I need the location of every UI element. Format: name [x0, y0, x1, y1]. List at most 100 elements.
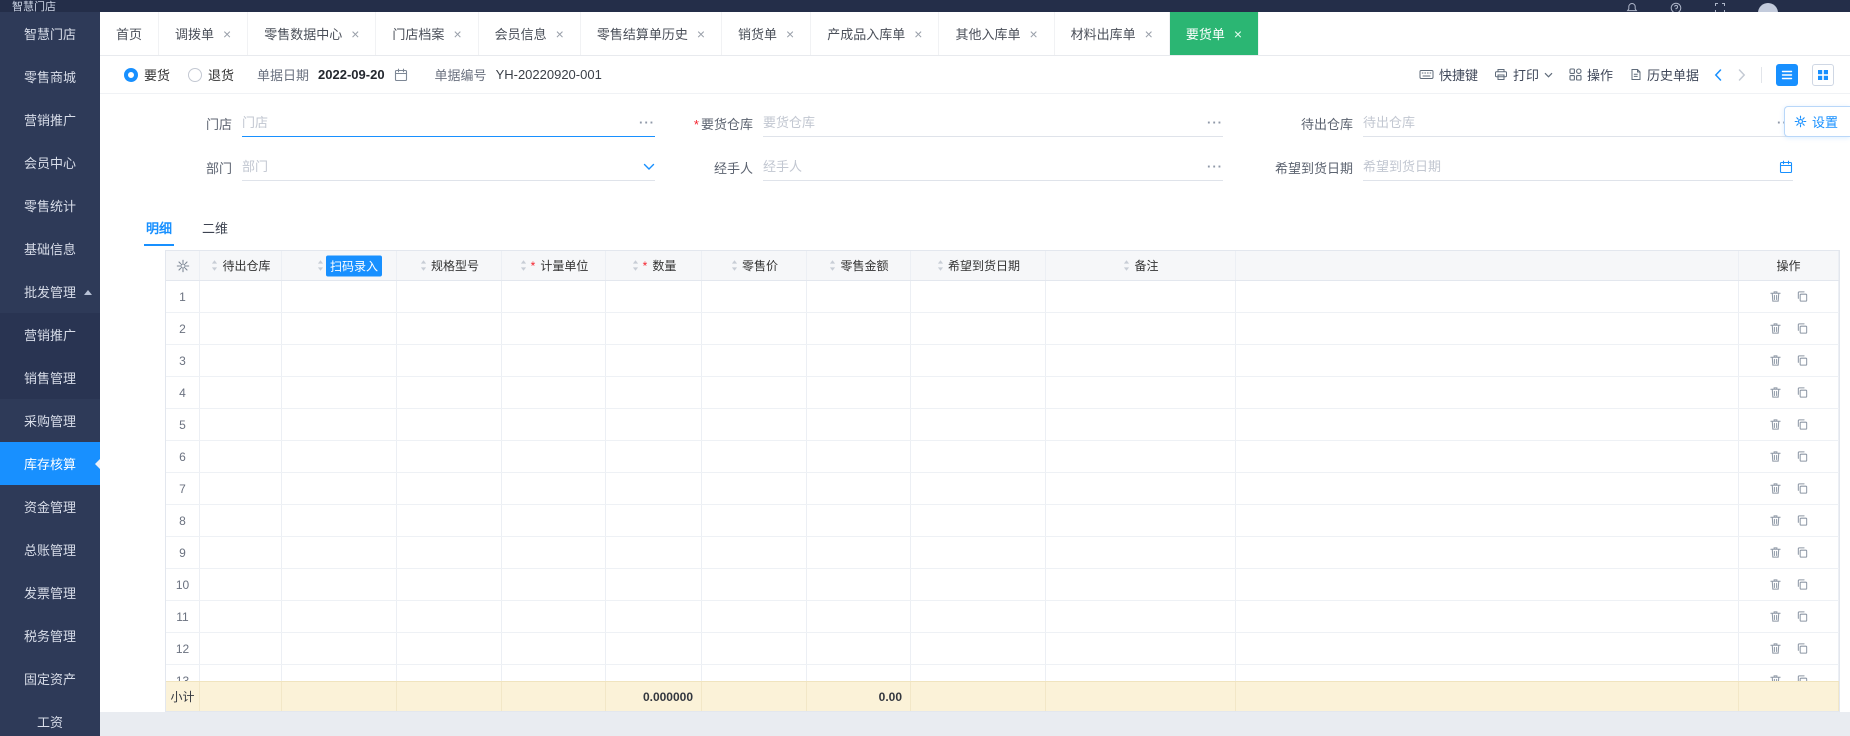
gear-icon[interactable]: [176, 259, 190, 273]
cell-qty[interactable]: [606, 345, 702, 376]
column-header-qty[interactable]: * 数量: [606, 251, 702, 280]
cell-remark[interactable]: [1046, 281, 1236, 312]
cell-expect-date[interactable]: [911, 505, 1046, 536]
cell-unit[interactable]: [502, 345, 606, 376]
cell-expect-date[interactable]: [911, 601, 1046, 632]
cell-qty[interactable]: [606, 409, 702, 440]
cell-product[interactable]: [282, 601, 397, 632]
handler-input[interactable]: [763, 159, 1203, 174]
cell-expect-date[interactable]: [911, 409, 1046, 440]
tab-5[interactable]: 会员信息 ×: [479, 12, 581, 55]
cell-product[interactable]: [282, 281, 397, 312]
sidebar-item-9[interactable]: 销售管理: [0, 356, 100, 399]
cell-qty[interactable]: [606, 281, 702, 312]
tab-8[interactable]: 产成品入库单 ×: [811, 12, 940, 55]
cell-remark[interactable]: [1046, 505, 1236, 536]
delete-row-button[interactable]: [1765, 543, 1785, 563]
cell-expect-date[interactable]: [911, 537, 1046, 568]
store-input[interactable]: [242, 115, 635, 130]
cell-remark[interactable]: [1046, 473, 1236, 504]
cell-expect-date[interactable]: [911, 377, 1046, 408]
cell-amount[interactable]: [807, 633, 911, 664]
ellipsis-lookup-icon[interactable]: ···: [635, 115, 655, 130]
radio-return[interactable]: 退货: [188, 65, 234, 84]
cell-spec[interactable]: [397, 441, 502, 472]
delete-row-button[interactable]: [1765, 639, 1785, 659]
cell-qty[interactable]: [606, 633, 702, 664]
cell-out-warehouse[interactable]: [200, 281, 282, 312]
cell-price[interactable]: [702, 601, 807, 632]
delete-row-button[interactable]: [1765, 671, 1785, 681]
cell-out-warehouse[interactable]: [200, 473, 282, 504]
cell-remark[interactable]: [1046, 569, 1236, 600]
cell-qty[interactable]: [606, 665, 702, 681]
column-header-remark[interactable]: 备注: [1046, 251, 1236, 280]
tab-6[interactable]: 零售结算单历史 ×: [581, 12, 723, 55]
cell-expect-date[interactable]: [911, 473, 1046, 504]
avatar[interactable]: [1758, 3, 1778, 12]
copy-row-button[interactable]: [1792, 511, 1812, 531]
column-header-amount[interactable]: 零售金额: [807, 251, 911, 280]
cell-unit[interactable]: [502, 313, 606, 344]
cell-unit[interactable]: [502, 505, 606, 536]
toolbar-action-4[interactable]: 历史单据: [1629, 65, 1699, 84]
copy-row-button[interactable]: [1792, 287, 1812, 307]
chevron-down-icon[interactable]: [643, 163, 655, 171]
sort-icon[interactable]: [419, 259, 428, 272]
calendar-icon[interactable]: [394, 68, 408, 82]
cell-spec[interactable]: [397, 281, 502, 312]
cell-price[interactable]: [702, 473, 807, 504]
cell-spec[interactable]: [397, 633, 502, 664]
sidebar-item-13[interactable]: 总账管理: [0, 528, 100, 571]
cell-product[interactable]: [282, 537, 397, 568]
copy-row-button[interactable]: [1792, 671, 1812, 681]
cell-spec[interactable]: [397, 473, 502, 504]
toolbar-action-3[interactable]: 操作: [1569, 65, 1613, 84]
cell-amount[interactable]: [807, 537, 911, 568]
cell-product[interactable]: [282, 665, 397, 681]
delete-row-button[interactable]: [1765, 607, 1785, 627]
cell-spec[interactable]: [397, 665, 502, 681]
cell-qty[interactable]: [606, 473, 702, 504]
out-warehouse-input[interactable]: [1363, 115, 1773, 130]
cell-unit[interactable]: [502, 569, 606, 600]
tab-9[interactable]: 其他入库单 ×: [939, 12, 1055, 55]
ellipsis-lookup-icon[interactable]: ···: [1203, 115, 1223, 130]
cell-remark[interactable]: [1046, 441, 1236, 472]
cell-product[interactable]: [282, 345, 397, 376]
delete-row-button[interactable]: [1765, 447, 1785, 467]
cell-out-warehouse[interactable]: [200, 505, 282, 536]
cell-price[interactable]: [702, 505, 807, 536]
sort-icon[interactable]: [1122, 259, 1131, 272]
cell-unit[interactable]: [502, 601, 606, 632]
tab-7[interactable]: 销货单 ×: [722, 12, 812, 55]
tab-close-icon[interactable]: ×: [914, 27, 922, 41]
sidebar-item-17[interactable]: 工资: [0, 700, 100, 736]
doc-date-value[interactable]: 2022-09-20: [318, 67, 385, 82]
request-warehouse-input[interactable]: [763, 115, 1203, 130]
copy-row-button[interactable]: [1792, 415, 1812, 435]
tab-close-icon[interactable]: ×: [697, 27, 705, 41]
cell-amount[interactable]: [807, 441, 911, 472]
calendar-icon[interactable]: [1779, 160, 1793, 174]
cell-amount[interactable]: [807, 505, 911, 536]
sort-icon[interactable]: [210, 259, 219, 272]
sort-icon[interactable]: [828, 259, 837, 272]
cell-spec[interactable]: [397, 409, 502, 440]
cell-out-warehouse[interactable]: [200, 313, 282, 344]
cell-amount[interactable]: [807, 569, 911, 600]
cell-product[interactable]: [282, 441, 397, 472]
cell-expect-date[interactable]: [911, 313, 1046, 344]
cell-amount[interactable]: [807, 345, 911, 376]
cell-spec[interactable]: [397, 505, 502, 536]
tab-4[interactable]: 门店档案 ×: [376, 12, 479, 55]
list-view-button[interactable]: [1776, 63, 1798, 86]
copy-row-button[interactable]: [1792, 479, 1812, 499]
delete-row-button[interactable]: [1765, 511, 1785, 531]
cell-out-warehouse[interactable]: [200, 633, 282, 664]
delete-row-button[interactable]: [1765, 415, 1785, 435]
cell-expect-date[interactable]: [911, 441, 1046, 472]
expect-date-input[interactable]: [1363, 159, 1779, 174]
sort-icon[interactable]: [730, 259, 739, 272]
sidebar-item-7[interactable]: 批发管理: [0, 270, 100, 313]
